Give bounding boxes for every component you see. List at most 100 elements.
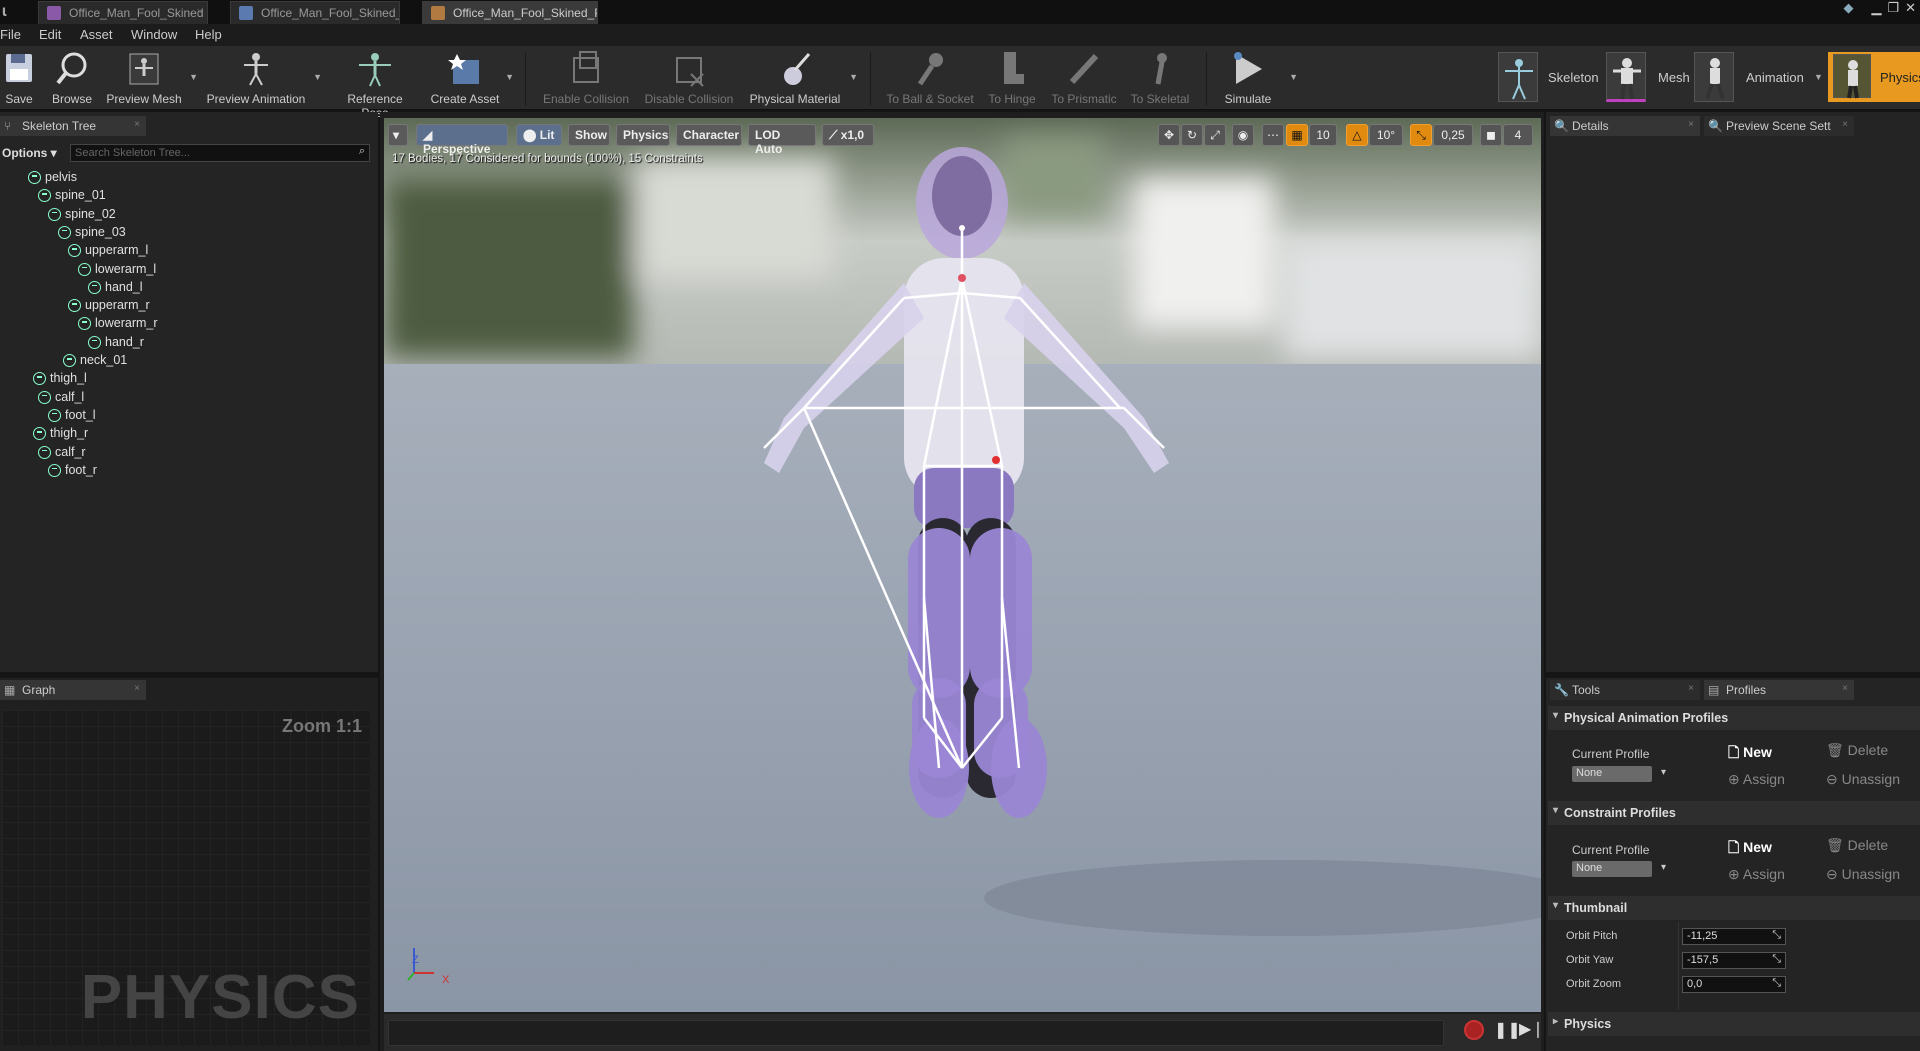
menu-window[interactable]: Window xyxy=(131,27,177,42)
bone-item-thigh-l[interactable]: thigh_l xyxy=(33,371,87,386)
thumbnail-header[interactable]: Thumbnail xyxy=(1548,896,1920,920)
dropdown-arrow-icon[interactable]: ▼ xyxy=(505,72,514,82)
menu-file[interactable]: File xyxy=(0,27,21,42)
lit-button[interactable]: ⬤ Lit xyxy=(516,124,562,146)
bone-item-neck-01[interactable]: neck_01 xyxy=(63,353,127,367)
lod-button[interactable]: LOD Auto xyxy=(748,124,816,156)
close-icon[interactable]: × xyxy=(197,6,203,18)
pap-unassign-button[interactable]: ⊖ Unassign xyxy=(1826,771,1900,788)
constraint-profiles-header[interactable]: Constraint Profiles xyxy=(1548,801,1920,825)
cp-profile-select[interactable]: None xyxy=(1572,861,1666,877)
viewport-options-button[interactable]: ▾ xyxy=(388,124,408,146)
scale-snap-icon[interactable]: ⤡ xyxy=(1410,124,1432,146)
cp-delete-button[interactable]: 🗑 Delete xyxy=(1826,837,1888,854)
mode-physics[interactable]: Physics xyxy=(1828,52,1920,102)
tab-details[interactable]: 🔍 Details × xyxy=(1550,116,1700,136)
dropdown-arrow-icon[interactable]: ▼ xyxy=(1289,72,1298,82)
document-tab-1[interactable]: Office_Man_Fool_Skined × xyxy=(38,1,208,24)
pap-profile-select[interactable]: None xyxy=(1572,766,1666,782)
mode-skeleton[interactable]: Skeleton xyxy=(1498,50,1599,104)
source-control-icon[interactable]: ◆ xyxy=(1843,0,1853,20)
bone-item-pelvis[interactable]: pelvis xyxy=(28,170,77,184)
bone-item-calf-l[interactable]: calf_l xyxy=(38,390,84,404)
dropdown-arrow-icon[interactable]: ▼ xyxy=(1814,72,1823,82)
to-hinge-button[interactable]: To Hinge xyxy=(984,50,1040,108)
surface-snap-icon[interactable]: ⋯ xyxy=(1262,124,1284,146)
mode-animation[interactable]: Animation ▼ xyxy=(1694,50,1823,104)
record-button[interactable] xyxy=(1464,1020,1484,1040)
to-skeletal-button[interactable]: To Skeletal xyxy=(1128,50,1192,108)
minimize-button[interactable]: ▁ xyxy=(1871,0,1881,20)
skeleton-search-input[interactable]: Search Skeleton Tree... ⌕ xyxy=(70,144,370,162)
show-button[interactable]: Show xyxy=(568,124,610,146)
bone-item-spine-01[interactable]: spine_01 xyxy=(38,188,106,203)
bone-item-calf-r[interactable]: calf_r xyxy=(38,445,86,459)
step-forward-button[interactable]: ▶❘ xyxy=(1519,1019,1545,1039)
physics-section-header[interactable]: Physics xyxy=(1548,1012,1920,1036)
menu-edit[interactable]: Edit xyxy=(39,27,61,42)
camera-speed-icon[interactable]: ◼ xyxy=(1480,124,1502,146)
simulate-button[interactable]: Simulate ▼ xyxy=(1220,50,1298,108)
mode-mesh[interactable]: Mesh xyxy=(1606,50,1690,104)
graph-canvas[interactable]: Zoom 1:1 PHYSICS xyxy=(2,710,370,1045)
disable-collision-button[interactable]: Disable Collision xyxy=(642,50,736,108)
physical-material-button[interactable]: Physical Material ▼ xyxy=(746,50,858,108)
enable-collision-button[interactable]: Enable Collision xyxy=(540,50,632,108)
rotation-snap-icon[interactable]: △ xyxy=(1346,124,1368,146)
close-icon[interactable]: × xyxy=(134,119,140,130)
bone-item-upperarm-r[interactable]: upperarm_r xyxy=(68,298,150,313)
pause-button[interactable]: ❚❚ xyxy=(1494,1020,1521,1040)
document-tab-3[interactable]: Office_Man_Fool_Skined_P xyxy=(422,1,598,24)
scale-snap-value[interactable]: 0,25 xyxy=(1433,124,1473,146)
translate-icon[interactable]: ✥ xyxy=(1158,124,1180,146)
save-button[interactable]: Save xyxy=(2,50,36,108)
camera-speed-value[interactable]: 4 xyxy=(1503,124,1533,146)
create-asset-button[interactable]: Create Asset ▼ xyxy=(430,50,514,108)
pap-delete-button[interactable]: 🗑 Delete xyxy=(1826,742,1888,759)
bone-item-hand-r[interactable]: hand_r xyxy=(88,335,144,349)
tab-skeleton-tree[interactable]: ⑂ Skeleton Tree × xyxy=(0,116,146,136)
physical-animation-profiles-header[interactable]: Physical Animation Profiles xyxy=(1548,706,1920,730)
character-button[interactable]: Character xyxy=(676,124,742,146)
rotate-icon[interactable]: ↻ xyxy=(1181,124,1203,146)
bone-item-foot-r[interactable]: foot_r xyxy=(48,463,97,477)
perspective-button[interactable]: ◢ Perspective xyxy=(416,124,508,156)
scale-icon[interactable]: ⤢ xyxy=(1204,124,1226,146)
rotation-snap-value[interactable]: 10° xyxy=(1369,124,1403,146)
pap-new-button[interactable]: 🗋 New xyxy=(1728,742,1772,766)
bone-item-upperarm-l[interactable]: upperarm_l xyxy=(68,243,148,258)
to-ball-socket-button[interactable]: To Ball & Socket xyxy=(884,50,976,108)
dropdown-arrow-icon[interactable]: ▼ xyxy=(189,72,198,82)
orbit-yaw-input[interactable]: -157,5 xyxy=(1682,952,1786,969)
menu-asset[interactable]: Asset xyxy=(80,27,113,42)
timeline-scrubber[interactable] xyxy=(388,1020,1444,1046)
to-prismatic-button[interactable]: To Prismatic xyxy=(1048,50,1120,108)
close-window-button[interactable]: ✕ xyxy=(1905,0,1916,20)
bone-item-lowerarm-r[interactable]: lowerarm_r xyxy=(78,316,158,331)
reference-pose-button[interactable]: Reference Pose xyxy=(332,50,418,120)
tab-graph[interactable]: ▦ Graph × xyxy=(0,680,146,700)
maximize-button[interactable]: ❐ xyxy=(1887,0,1899,20)
close-icon[interactable]: × xyxy=(134,683,140,694)
tab-preview-scene-settings[interactable]: 🔍 Preview Scene Sett × xyxy=(1704,116,1854,136)
bone-item-thigh-r[interactable]: thigh_r xyxy=(33,426,88,441)
tab-tools[interactable]: 🔧 Tools × xyxy=(1550,680,1700,700)
close-icon[interactable]: × xyxy=(1688,119,1694,130)
browse-button[interactable]: Browse xyxy=(46,50,98,108)
playback-speed-button[interactable]: ⟋ x1,0 xyxy=(822,124,874,146)
world-space-icon[interactable]: ◉ xyxy=(1232,124,1254,146)
bone-item-lowerarm-l[interactable]: lowerarm_l xyxy=(78,262,156,276)
bone-item-spine-02[interactable]: spine_02 xyxy=(48,207,116,221)
options-dropdown[interactable]: Options ▾ xyxy=(2,146,57,160)
physics-view-button[interactable]: Physics xyxy=(616,124,670,146)
preview-animation-button[interactable]: Preview Animation ▼ xyxy=(204,50,322,108)
menu-help[interactable]: Help xyxy=(195,27,222,42)
preview-mesh-button[interactable]: Preview Mesh ▼ xyxy=(104,50,198,108)
cp-new-button[interactable]: 🗋 New xyxy=(1728,837,1772,861)
close-icon[interactable]: × xyxy=(1842,683,1848,694)
grid-snap-icon[interactable]: ▦ xyxy=(1286,124,1308,146)
orbit-pitch-input[interactable]: -11,25 xyxy=(1682,928,1786,945)
bone-item-spine-03[interactable]: spine_03 xyxy=(58,225,126,239)
close-icon[interactable]: × xyxy=(1842,119,1848,130)
orbit-zoom-input[interactable]: 0,0 xyxy=(1682,976,1786,993)
